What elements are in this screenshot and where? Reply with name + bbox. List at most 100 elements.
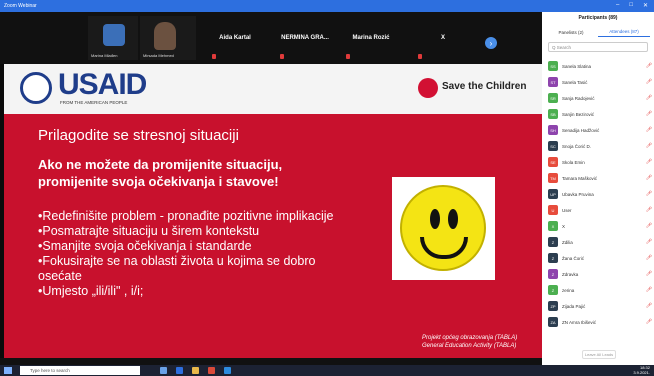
participant-name: X [562,223,566,229]
chevron-right-icon[interactable]: › [485,37,497,49]
slide-subtitle-line: promijenite svoja očekivanja i stavove! [38,174,279,189]
muted-mic-icon [212,54,216,59]
participant-row[interactable]: SR Sanja Radojević 🎤︎ [548,91,652,105]
avatar: SB [548,109,558,119]
muted-mic-icon: 🎤︎ [645,159,652,165]
bullet-item: osećate [38,269,82,283]
muted-mic-icon: 🎤︎ [645,271,652,277]
muted-mic-icon: 🎤︎ [645,127,652,133]
avatar: SR [548,93,558,103]
slide-subtitle-line: Ako ne možete da promijenite situaciju, [38,157,283,172]
muted-mic-icon: 🎤︎ [645,303,652,309]
taskbar-clock: 18:32 3.9.2021. [633,365,650,375]
tab-panelists[interactable]: Panelists (2) [546,27,596,37]
participant-name: Sanjin Bezirović [562,111,595,117]
participants-panel: Participants (89) Panelists (2) Attendee… [542,12,654,365]
participant-row[interactable]: Z Žana Čorić 🎤︎ [548,251,652,265]
participant-row[interactable]: SS Sanela Slatina 🎤︎ [548,59,652,73]
avatar: ST [548,77,558,87]
participant-name: Ubavka Pruvina [562,191,594,197]
file-explorer-icon[interactable] [192,367,199,374]
slide-subtitle: Ako ne možete da promijenite situaciju, … [38,156,348,190]
muted-mic-icon: 🎤︎ [645,239,652,245]
avatar: Z [548,285,558,295]
app-icon[interactable] [208,367,215,374]
status-bar [0,358,542,365]
window-title: Zoom Webinar [4,3,37,9]
slide-footer: Projekt općeg obrazovanja (TABLA) Genera… [422,334,517,350]
panel-title: Participants (89) [578,15,618,21]
bullet-item: •Fokusirajte se na oblasti života u koji… [38,254,316,268]
video-tile-name: Mirsada Mehmed [143,53,174,58]
muted-mic-icon: 🎤︎ [645,95,652,101]
video-tile[interactable]: Mirsada Mehmed [140,16,196,60]
bullet-item: •Redefinišite problem - pronađite poziti… [38,209,334,223]
close-icon[interactable]: ✕ [643,2,648,9]
slide-bullets: •Redefinišite problem - pronađite poziti… [38,209,373,299]
participant-row[interactable]: SE Skola Emin 🎤︎ [548,155,652,169]
participant-name: ZN Amra Ibišević [562,319,597,325]
edge-icon[interactable] [176,367,183,374]
taskbar-search-input[interactable]: Type here to search [20,366,140,375]
participant-row[interactable]: X X 🎤︎ [548,219,652,233]
participant-row[interactable]: Zzerina 🎤︎ [548,283,652,297]
participant-name: User [562,207,572,213]
avatar: SH [548,125,558,135]
maximize-icon[interactable]: □ [629,2,633,9]
smiley-eye [430,209,440,229]
smiley-eye [448,209,458,229]
participant-row[interactable]: TM Tamara Mašković 🎤︎ [548,171,652,185]
bullet-item: •Smanjite svoja očekivanja i standarde [38,239,252,253]
participant-name: Zdravka [562,271,579,277]
usaid-seal-icon [20,72,52,104]
participant-row[interactable]: SH Senadija Hadžović 🎤︎ [548,123,652,137]
avatar: Z [548,237,558,247]
avatar: ZP [548,301,558,311]
participant-name: Snoja Čorić D. [562,143,592,149]
participant-row[interactable]: ZP Zijada Pajić 🎤︎ [548,299,652,313]
search-input[interactable]: Q Search [548,42,648,52]
zoom-icon[interactable] [224,367,231,374]
windows-start-icon[interactable] [4,367,12,374]
avatar: SS [548,61,558,71]
muted-mic-icon: 🎤︎ [645,175,652,181]
task-view-icon[interactable] [160,367,167,374]
video-tile[interactable]: Marina Mlađen [88,16,138,60]
participant-row[interactable]: U User 🎤︎ [548,203,652,217]
participant-row[interactable]: SC Snoja Čorić D. 🎤︎ [548,139,652,153]
muted-mic-icon: 🎤︎ [645,63,652,69]
minimize-icon[interactable]: – [616,2,619,9]
avatar: U [548,205,558,215]
window-titlebar: Zoom Webinar – □ ✕ [0,0,654,12]
shared-slide: USAID FROM THE AMERICAN PEOPLE Save the … [4,64,542,358]
avatar: SC [548,141,558,151]
name-tile-label: Aida Kartal [219,35,251,41]
participant-row[interactable]: SB Sanjin Bezirović 🎤︎ [548,107,652,121]
muted-mic-icon: 🎤︎ [645,143,652,149]
name-tile[interactable]: Marina Rozić [342,14,400,62]
bullet-item: •Posmatrajte situaciju u širem kontekstu [38,224,260,238]
avatar: X [548,221,558,231]
tab-attendees[interactable]: Attendees (87) [598,27,650,37]
name-tile-label: NERMINA GRA... [281,35,329,41]
smiley-mouth [420,237,468,259]
participant-row[interactable]: UP Ubavka Pruvina 🎤︎ [548,187,652,201]
participant-row[interactable]: Z Zdravka 🎤︎ [548,267,652,281]
participant-row[interactable]: ZA ZN Amra Ibišević 🎤︎ [548,315,652,329]
name-tile[interactable]: NERMINA GRA... [276,14,334,62]
video-tile-person [154,22,176,50]
save-the-children-logo-icon [418,78,438,98]
usaid-logo: USAID [58,68,147,101]
participant-row[interactable]: ST Sanela Tasić 🎤︎ [548,75,652,89]
usaid-tagline: FROM THE AMERICAN PEOPLE [60,100,128,105]
leave-button[interactable]: Leave All Leads [582,350,616,359]
name-tile[interactable]: X [414,14,472,62]
avatar: Z [548,253,558,263]
participant-name: Sanela Slatina [562,63,592,69]
muted-mic-icon [346,54,350,59]
muted-mic-icon [280,54,284,59]
participant-name: Sanela Tasić [562,79,588,85]
participant-row[interactable]: Z Zdilia 🎤︎ [548,235,652,249]
clock-date: 3.9.2021. [633,369,650,375]
muted-mic-icon: 🎤︎ [645,111,652,117]
